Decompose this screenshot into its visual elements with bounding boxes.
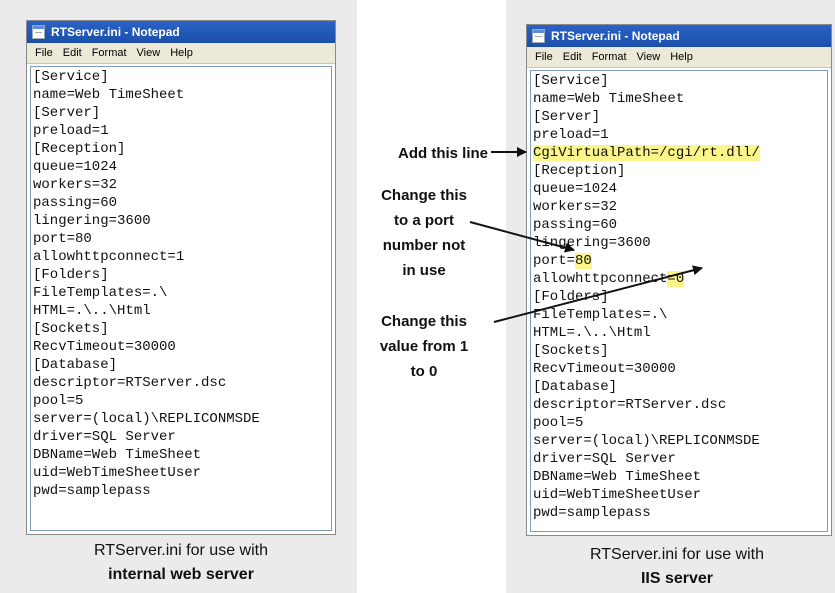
comparison-figure: RTServer.ini - Notepad File Edit Format … [0, 0, 835, 593]
annotation-arrows [469, 147, 703, 323]
port-arrow [469, 221, 575, 253]
allow-arrow [493, 265, 703, 323]
